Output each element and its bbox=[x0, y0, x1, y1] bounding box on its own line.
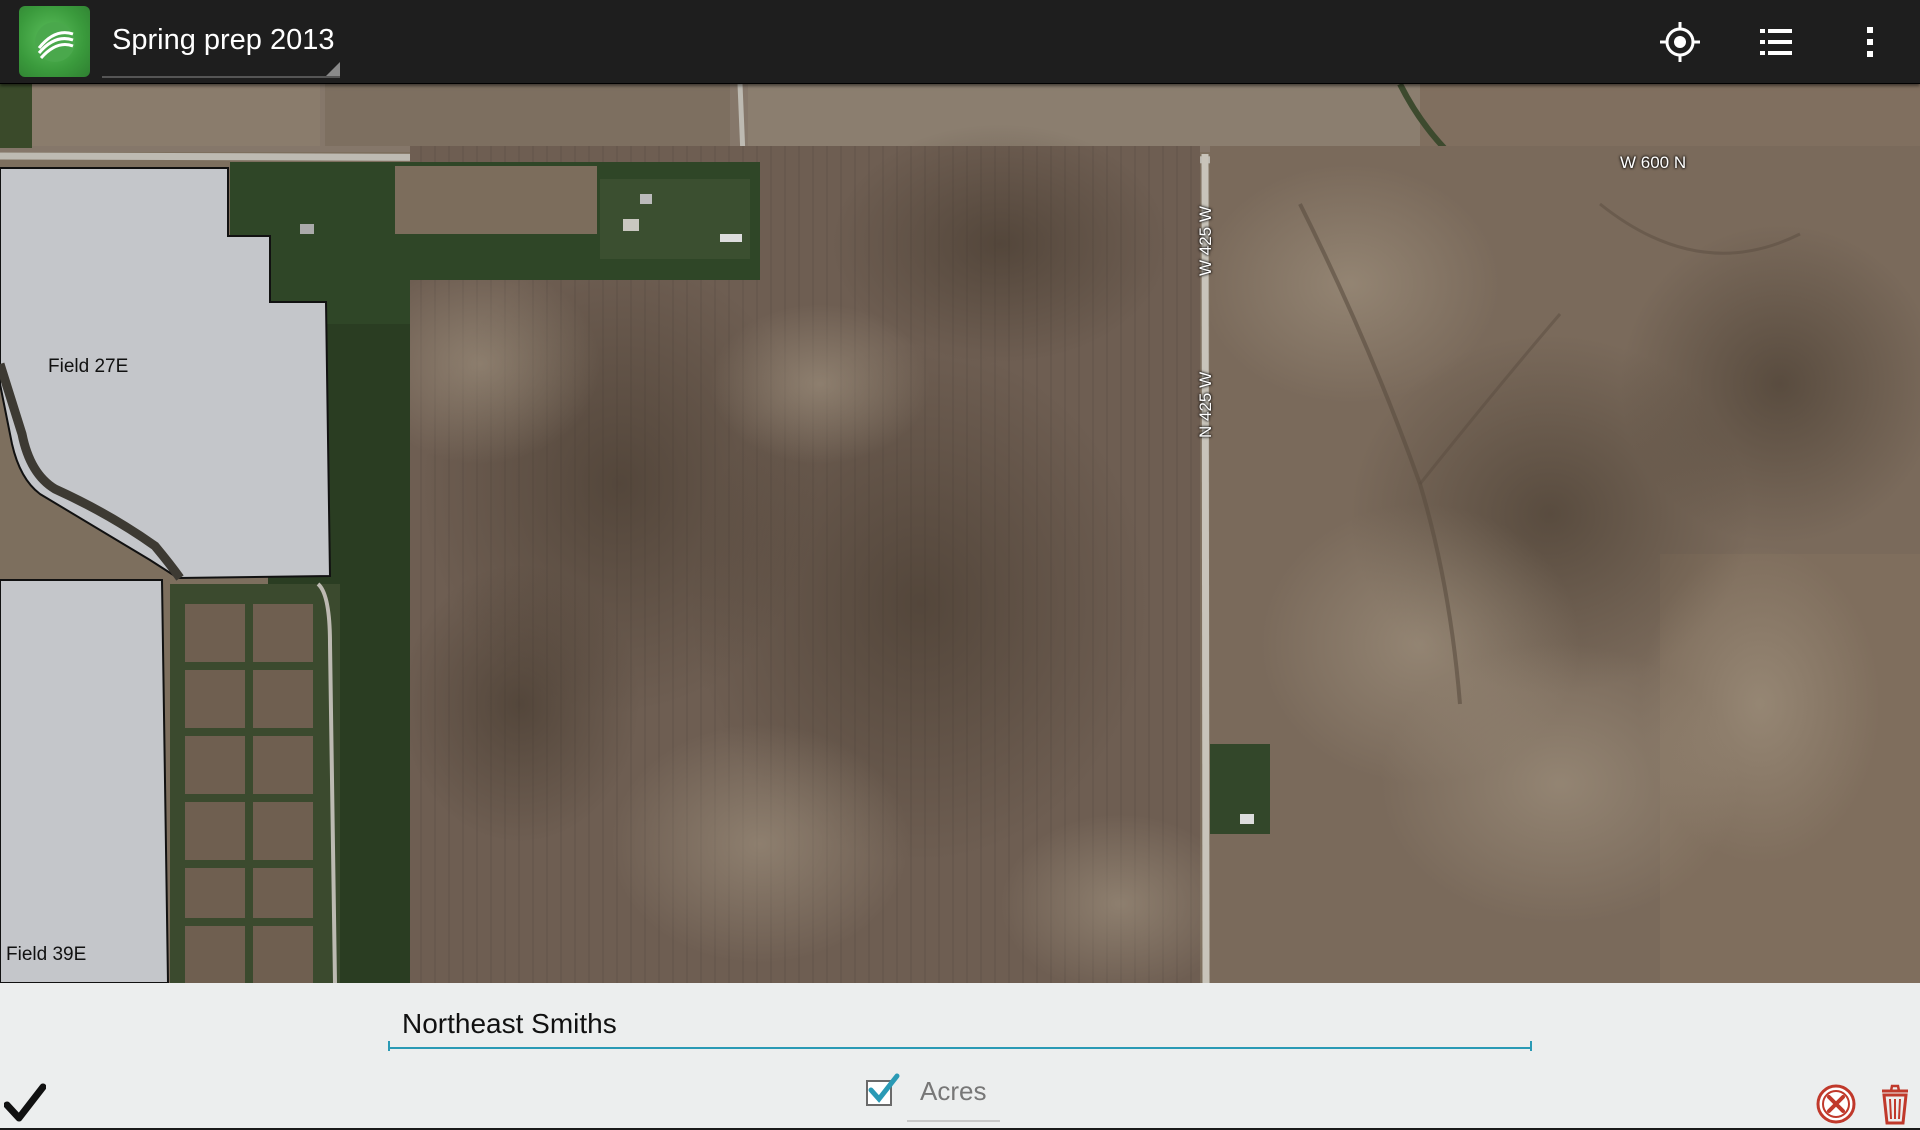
list-button[interactable] bbox=[1752, 18, 1800, 66]
acres-label[interactable]: Acres bbox=[920, 1076, 986, 1107]
delete-button[interactable] bbox=[1878, 1081, 1912, 1125]
overflow-menu-icon bbox=[1867, 27, 1873, 57]
cancel-button[interactable] bbox=[1815, 1083, 1857, 1125]
acres-underline bbox=[907, 1120, 1000, 1122]
done-button[interactable] bbox=[3, 1083, 47, 1123]
cancel-icon bbox=[1816, 1084, 1856, 1124]
my-location-icon bbox=[1660, 22, 1700, 62]
satellite-map[interactable]: Field 27E Field 39E W 600 N W 425 W N 42… bbox=[0, 84, 1920, 983]
map-imagery bbox=[0, 84, 1920, 983]
checkmark-icon bbox=[868, 1073, 900, 1103]
project-spinner[interactable]: Spring prep 2013 bbox=[102, 14, 340, 78]
acres-checkbox[interactable] bbox=[866, 1073, 900, 1106]
app-logo-icon[interactable] bbox=[19, 6, 90, 77]
field-label[interactable]: Field 39E bbox=[6, 944, 86, 966]
road-label: W 600 N bbox=[1620, 153, 1687, 172]
project-title: Spring prep 2013 bbox=[112, 24, 335, 56]
action-bar: Spring prep 2013 bbox=[0, 0, 1920, 84]
input-underline-cap bbox=[1530, 1041, 1532, 1051]
road-label: W 425 W bbox=[1196, 206, 1215, 276]
field-label[interactable]: Field 27E bbox=[48, 356, 128, 378]
checkmark-icon bbox=[3, 1083, 47, 1122]
field-name-input[interactable] bbox=[388, 1001, 1532, 1049]
road-label: N 425 W bbox=[1196, 371, 1215, 438]
list-icon bbox=[1760, 29, 1792, 55]
spinner-corner-icon bbox=[326, 62, 340, 76]
overflow-menu-button[interactable] bbox=[1846, 18, 1894, 66]
trash-icon bbox=[1882, 1084, 1908, 1125]
input-underline-cap bbox=[388, 1041, 390, 1051]
field-editor-panel: Acres bbox=[0, 983, 1920, 1128]
my-location-button[interactable] bbox=[1656, 18, 1704, 66]
